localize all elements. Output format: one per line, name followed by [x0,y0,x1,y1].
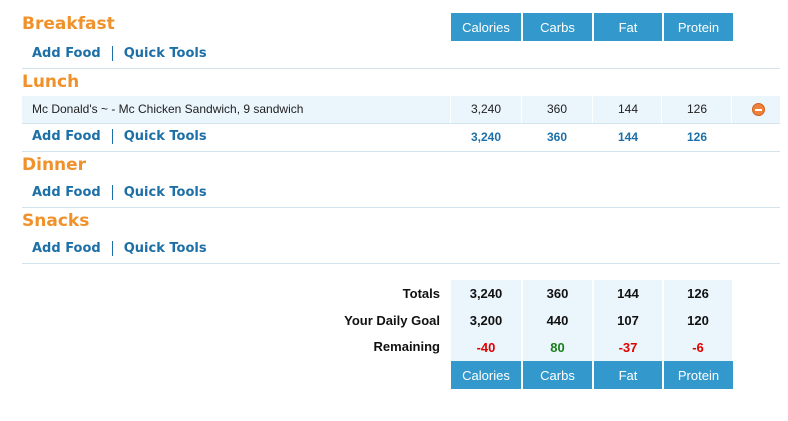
food-entry-fat: 144 [617,102,639,116]
food-entry-protein: 126 [686,102,708,116]
column-header-bottom: Calories Carbs Fat Protein [451,361,735,389]
goal-carbs: 440 [523,307,592,334]
remaining-calories: -40 [451,334,521,361]
dinner-quick-tools-link[interactable]: Quick Tools [124,185,207,200]
lunch-actions: Add Food Quick Tools [32,129,207,144]
separator [111,46,113,61]
column-footer-fat: Fat [594,361,662,389]
column-header-top: Calories Carbs Fat Protein [451,13,735,41]
totals-carbs: 360 [523,280,592,307]
goal-label: Your Daily Goal [344,313,440,328]
column-footer-calories: Calories [451,361,521,389]
lunch-total-protein: 126 [686,130,708,144]
remaining-label: Remaining [373,339,440,354]
lunch-add-food-link[interactable]: Add Food [32,129,101,144]
lunch-quick-tools-link[interactable]: Quick Tools [124,129,207,144]
delete-entry-icon[interactable] [752,103,765,116]
breakfast-quick-tools-link[interactable]: Quick Tools [124,46,207,61]
goal-fat: 107 [594,307,662,334]
column-header-fat: Fat [594,13,662,41]
breakfast-add-food-link[interactable]: Add Food [32,46,101,61]
food-entry-calories: 3,240 [470,102,502,116]
column-header-carbs: Carbs [523,13,592,41]
lunch-total-calories: 3,240 [470,130,502,144]
meal-title-snacks: Snacks [22,211,90,231]
snacks-actions: Add Food Quick Tools [32,241,207,256]
breakfast-actions: Add Food Quick Tools [32,46,207,61]
separator [111,241,113,256]
snacks-quick-tools-link[interactable]: Quick Tools [124,241,207,256]
totals-calories: 3,240 [451,280,521,307]
dinner-add-food-link[interactable]: Add Food [32,185,101,200]
separator [111,185,113,200]
totals-protein: 126 [664,280,732,307]
divider [22,151,780,152]
separator [111,129,113,144]
dinner-actions: Add Food Quick Tools [32,185,207,200]
totals-label: Totals [402,286,440,301]
snacks-add-food-link[interactable]: Add Food [32,241,101,256]
divider [22,68,780,69]
meal-title-breakfast: Breakfast [22,14,115,34]
column-header-calories: Calories [451,13,521,41]
totals-fat: 144 [594,280,662,307]
goal-calories: 3,200 [451,307,521,334]
column-header-protein: Protein [664,13,733,41]
remaining-protein: -6 [664,334,732,361]
divider [22,207,780,208]
meal-title-dinner: Dinner [22,155,87,175]
meal-title-lunch: Lunch [22,72,80,92]
divider [22,123,780,124]
goal-protein: 120 [664,307,732,334]
column-footer-carbs: Carbs [523,361,592,389]
divider [22,263,780,264]
lunch-total-carbs: 360 [546,130,568,144]
remaining-carbs: 80 [523,334,592,361]
food-entry-carbs: 360 [546,102,568,116]
food-entry-name[interactable]: Mc Donald's ~ - Mc Chicken Sandwich, 9 s… [32,102,303,116]
lunch-total-fat: 144 [617,130,639,144]
remaining-fat: -37 [594,334,662,361]
column-footer-protein: Protein [664,361,733,389]
